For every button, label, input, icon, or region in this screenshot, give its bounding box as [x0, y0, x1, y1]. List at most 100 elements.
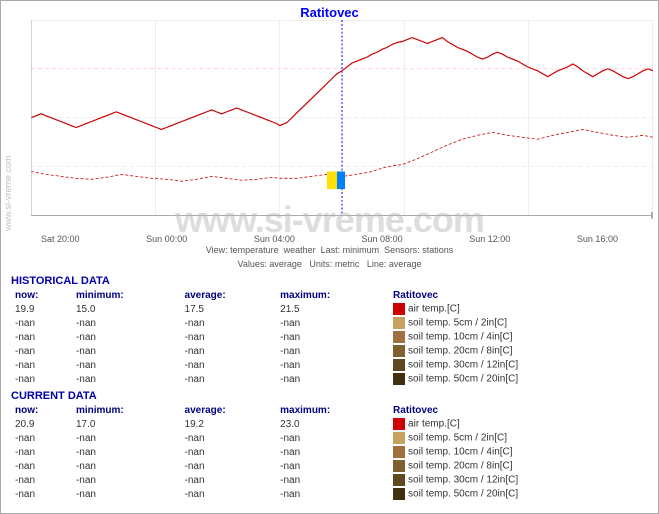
cell-avg: -nan: [181, 358, 277, 372]
cell-label: soil temp. 30cm / 12in[C]: [389, 358, 648, 372]
curr-col-min: minimum:: [72, 404, 181, 417]
color-indicator: [393, 331, 405, 343]
color-indicator: [393, 460, 405, 472]
cell-now: -nan: [11, 487, 72, 501]
cell-min: 15.0: [72, 302, 181, 316]
cell-now: 19.9: [11, 302, 72, 316]
cell-min: 17.0: [72, 417, 181, 431]
cell-min: -nan: [72, 330, 181, 344]
cell-max: -nan: [276, 445, 389, 459]
cell-now: -nan: [11, 431, 72, 445]
chart-title: Ratitovec: [1, 1, 658, 20]
curr-col-station: Ratitovec: [389, 404, 648, 417]
x-label-4: Sun 08:00: [362, 234, 403, 244]
cell-now: -nan: [11, 330, 72, 344]
cell-label: soil temp. 50cm / 20in[C]: [389, 487, 648, 501]
current-table: now: minimum: average: maximum: Ratitove…: [11, 404, 648, 501]
historical-table: now: minimum: average: maximum: Ratitove…: [11, 289, 648, 386]
x-label-2: Sun 00:00: [146, 234, 187, 244]
cell-now: -nan: [11, 473, 72, 487]
cell-avg: -nan: [181, 344, 277, 358]
color-indicator: [393, 317, 405, 329]
chart-legend-2: Values: average Units: metric Line: aver…: [1, 258, 658, 272]
cell-avg: -nan: [181, 487, 277, 501]
color-indicator: [393, 474, 405, 486]
chart-svg: 22 20 18 16: [31, 20, 653, 235]
table-row: -nan -nan -nan -nan soil temp. 5cm / 2in…: [11, 431, 648, 445]
cell-min: -nan: [72, 431, 181, 445]
cell-avg: 19.2: [181, 417, 277, 431]
cell-label: air temp.[C]: [389, 417, 648, 431]
x-label-3: Sun 04:00: [254, 234, 295, 244]
x-label-1: Sat 20:00: [41, 234, 80, 244]
chart-legend-1: View: temperature weather Last: minimum …: [1, 244, 658, 258]
cell-now: 20.9: [11, 417, 72, 431]
cell-avg: -nan: [181, 445, 277, 459]
cell-min: -nan: [72, 445, 181, 459]
table-row: -nan -nan -nan -nan soil temp. 30cm / 12…: [11, 473, 648, 487]
table-row: -nan -nan -nan -nan soil temp. 50cm / 20…: [11, 372, 648, 386]
color-indicator: [393, 373, 405, 385]
hist-col-now: now:: [11, 289, 72, 302]
cell-label: soil temp. 20cm / 8in[C]: [389, 344, 648, 358]
cell-max: -nan: [276, 372, 389, 386]
cell-label: soil temp. 10cm / 4in[C]: [389, 330, 648, 344]
cell-max: -nan: [276, 487, 389, 501]
hist-col-avg: average:: [181, 289, 277, 302]
cell-max: -nan: [276, 473, 389, 487]
cell-label: air temp.[C]: [389, 302, 648, 316]
cell-max: -nan: [276, 344, 389, 358]
cell-now: -nan: [11, 358, 72, 372]
cell-min: -nan: [72, 487, 181, 501]
color-indicator: [393, 432, 405, 444]
cell-max: -nan: [276, 431, 389, 445]
cell-max: -nan: [276, 459, 389, 473]
hist-col-min: minimum:: [72, 289, 181, 302]
historical-header: HISTORICAL DATA: [11, 275, 648, 287]
table-row: -nan -nan -nan -nan soil temp. 30cm / 12…: [11, 358, 648, 372]
cell-label: soil temp. 20cm / 8in[C]: [389, 459, 648, 473]
curr-col-max: maximum:: [276, 404, 389, 417]
table-row: 19.9 15.0 17.5 21.5 air temp.[C]: [11, 302, 648, 316]
cell-max: -nan: [276, 316, 389, 330]
curr-col-avg: average:: [181, 404, 277, 417]
cell-avg: -nan: [181, 473, 277, 487]
cell-label: soil temp. 10cm / 4in[C]: [389, 445, 648, 459]
chart-area: Ratitovec www.si-vreme.com 22 20 18 16: [1, 1, 658, 271]
x-label-6: Sun 16:00: [577, 234, 618, 244]
cell-avg: 17.5: [181, 302, 277, 316]
color-indicator: [393, 359, 405, 371]
table-row: -nan -nan -nan -nan soil temp. 5cm / 2in…: [11, 316, 648, 330]
cell-min: -nan: [72, 459, 181, 473]
table-row: -nan -nan -nan -nan soil temp. 20cm / 8i…: [11, 459, 648, 473]
table-row: 20.9 17.0 19.2 23.0 air temp.[C]: [11, 417, 648, 431]
cell-now: -nan: [11, 459, 72, 473]
cell-avg: -nan: [181, 459, 277, 473]
cell-label: soil temp. 5cm / 2in[C]: [389, 431, 648, 445]
color-indicator: [393, 488, 405, 500]
table-row: -nan -nan -nan -nan soil temp. 20cm / 8i…: [11, 344, 648, 358]
cell-avg: -nan: [181, 316, 277, 330]
x-axis-labels: Sat 20:00 Sun 00:00 Sun 04:00 Sun 08:00 …: [1, 234, 658, 244]
table-row: -nan -nan -nan -nan soil temp. 50cm / 20…: [11, 487, 648, 501]
table-row: -nan -nan -nan -nan soil temp. 10cm / 4i…: [11, 445, 648, 459]
cell-min: -nan: [72, 358, 181, 372]
current-header: CURRENT DATA: [11, 390, 648, 402]
curr-col-now: now:: [11, 404, 72, 417]
data-section: HISTORICAL DATA now: minimum: average: m…: [1, 271, 658, 513]
cell-now: -nan: [11, 372, 72, 386]
cell-avg: -nan: [181, 372, 277, 386]
watermark-left: www.si-vreme.com: [3, 41, 13, 231]
color-indicator: [393, 303, 405, 315]
color-indicator: [393, 345, 405, 357]
hist-col-max: maximum:: [276, 289, 389, 302]
color-indicator: [393, 418, 405, 430]
cell-now: -nan: [11, 316, 72, 330]
cell-label: soil temp. 50cm / 20in[C]: [389, 372, 648, 386]
cell-now: -nan: [11, 445, 72, 459]
hist-col-station: Ratitovec: [389, 289, 648, 302]
cell-min: -nan: [72, 372, 181, 386]
x-label-5: Sun 12:00: [469, 234, 510, 244]
cell-label: soil temp. 5cm / 2in[C]: [389, 316, 648, 330]
cell-now: -nan: [11, 344, 72, 358]
